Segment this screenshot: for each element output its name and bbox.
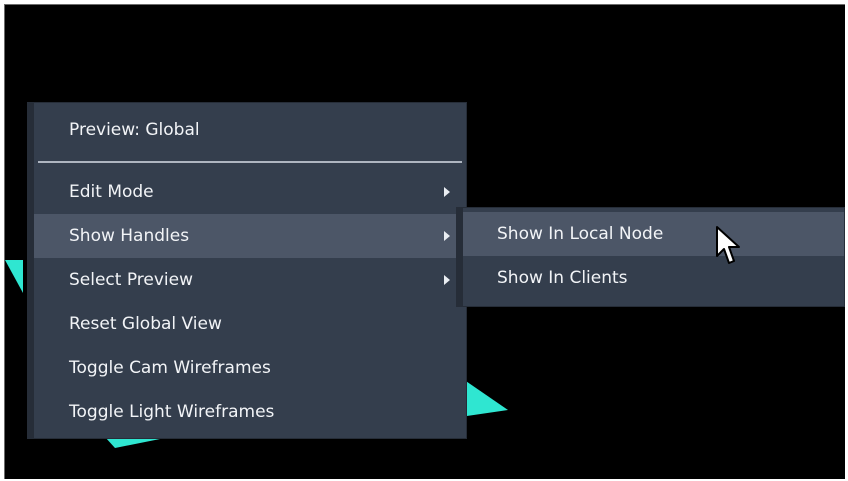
- menu-item-label: Reset Global View: [69, 314, 222, 334]
- menu-item-label: Select Preview: [69, 270, 194, 290]
- menu-item-label: Toggle Light Wireframes: [69, 402, 275, 422]
- submenu-item-label: Show In Local Node: [497, 224, 664, 244]
- submenu-item-show-in-clients[interactable]: Show In Clients: [463, 256, 844, 300]
- submenu-item-show-in-local-node[interactable]: Show In Local Node: [463, 212, 844, 256]
- chevron-right-icon: [444, 187, 450, 197]
- show-handles-submenu: Show In Local Node Show In Clients: [456, 207, 845, 307]
- menu-item-toggle-cam-wireframes[interactable]: Toggle Cam Wireframes: [34, 346, 466, 390]
- submenu-item-label: Show In Clients: [497, 268, 628, 288]
- menu-item-label: Toggle Cam Wireframes: [69, 358, 271, 378]
- chevron-right-icon: [444, 231, 450, 241]
- menu-item-label: Preview: Global: [69, 120, 200, 140]
- menu-item-label: Show Handles: [69, 226, 190, 246]
- menu-item-label: Edit Mode: [69, 182, 154, 202]
- menu-item-reset-global-view[interactable]: Reset Global View: [34, 302, 466, 346]
- menu-separator: [38, 161, 462, 163]
- chevron-right-icon: [444, 275, 450, 285]
- menu-item-preview-global[interactable]: Preview: Global: [34, 103, 466, 157]
- context-menu: Preview: Global Edit Mode Show Handles S…: [27, 102, 467, 439]
- menu-item-toggle-light-wireframes[interactable]: Toggle Light Wireframes: [34, 390, 466, 434]
- cyan-geometry-right: [460, 377, 508, 417]
- app-frame: Preview: Global Edit Mode Show Handles S…: [4, 4, 845, 479]
- menu-item-show-handles[interactable]: Show Handles: [34, 214, 466, 258]
- menu-item-edit-mode[interactable]: Edit Mode: [34, 170, 466, 214]
- cyan-geometry-left: [5, 260, 23, 293]
- menu-item-select-preview[interactable]: Select Preview: [34, 258, 466, 302]
